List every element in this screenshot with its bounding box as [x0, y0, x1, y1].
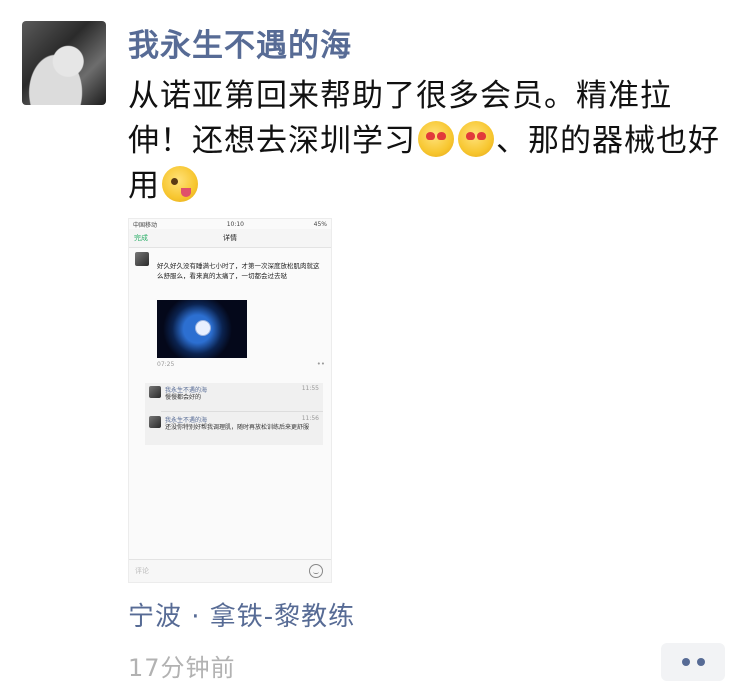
screenshot-original-post: 好久好久没有睡满七小时了，才第一次深度放松肌肉就这么舒服么，看来真的太痛了，一切… — [129, 248, 331, 368]
screenshot-comment: 我永生不遇的海 11:56 还没你特别好帮我调理肌，随时再放松训练后来更舒服 — [145, 413, 323, 441]
screenshot-nav-bar: 完成 详情 — [129, 229, 331, 248]
clock-icon — [195, 320, 211, 336]
post-image-thumbnail[interactable]: 中国移动 10:10 45% 完成 详情 好久好久没有睡满七小时了，才第一次深度… — [128, 218, 332, 583]
user-avatar[interactable] — [22, 21, 106, 105]
heart-eyes-emoji-icon — [418, 121, 454, 157]
screenshot-input-placeholder: 评论 — [135, 567, 149, 575]
screenshot-carrier: 中国移动 — [133, 221, 158, 229]
screenshot-comment-avatar — [149, 386, 161, 398]
screenshot-comment: 我永生不遇的海 11:55 慢慢都会好的 — [145, 383, 323, 412]
more-dots-icon — [681, 658, 690, 666]
screenshot-battery: 45% — [313, 220, 327, 228]
more-dots-icon — [696, 658, 705, 666]
smile-icon — [309, 564, 323, 578]
screenshot-clock: 10:10 — [226, 220, 244, 228]
screenshot-status-bar: 中国移动 10:10 45% — [129, 219, 331, 229]
screenshot-input-bar: 评论 — [129, 559, 331, 582]
screenshot-post-time: 07:25 — [157, 361, 175, 368]
heart-eyes-emoji-icon — [458, 121, 494, 157]
screenshot-comment-avatar — [149, 416, 161, 428]
screenshot-comment-name: 我永生不遇的海 — [165, 387, 208, 394]
post-username[interactable]: 我永生不遇的海 — [128, 20, 352, 65]
screenshot-post-text: 好久好久没有睡满七小时了，才第一次深度放松肌肉就这么舒服么，看来真的太痛了，一切… — [157, 262, 320, 280]
screenshot-comment-time: 11:55 — [301, 385, 319, 392]
post-location[interactable]: 宁波 · 拿铁-黎教练 — [128, 596, 355, 633]
screenshot-comment-box: 我永生不遇的海 11:55 慢慢都会好的 我永生不遇的海 11:56 还没你特别… — [145, 383, 323, 445]
screenshot-comment-name: 我永生不遇的海 — [165, 417, 208, 424]
screenshot-comment-divider — [161, 411, 323, 412]
screenshot-more-label: •• — [316, 360, 325, 368]
screenshot-title: 详情 — [223, 234, 237, 242]
screenshot-comment-text: 还没你特别好帮我调理肌，随时再放松训练后来更舒服 — [165, 424, 310, 431]
screenshot-comment-text: 慢慢都会好的 — [165, 394, 202, 401]
screenshot-comment-time: 11:56 — [301, 415, 319, 422]
screenshot-earth-image — [157, 300, 247, 358]
post-timestamp: 17分钟前 — [128, 654, 236, 682]
more-options-button[interactable] — [661, 643, 725, 681]
screenshot-avatar — [135, 252, 149, 266]
winking-tongue-emoji-icon — [162, 166, 198, 202]
post-text: 从诺亚第回来帮助了很多会员。精准拉伸！还想去深圳学习 、那的器械也好用 — [128, 74, 728, 209]
screenshot-back-label: 完成 — [134, 234, 148, 242]
